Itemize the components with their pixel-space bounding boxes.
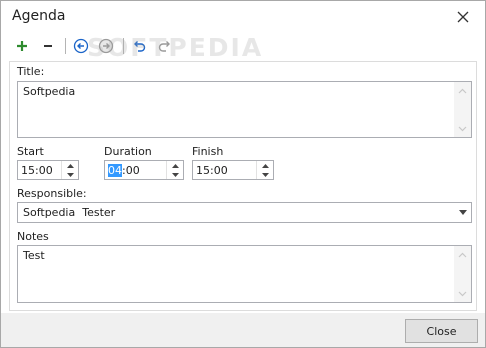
- start-time-value: 15:00: [21, 164, 53, 177]
- spin-down-icon[interactable]: [167, 170, 183, 179]
- duration-input[interactable]: 04:00: [104, 160, 184, 180]
- remove-icon: [44, 45, 52, 47]
- notes-textarea[interactable]: Test: [17, 245, 472, 303]
- scroll-up-icon[interactable]: [454, 246, 471, 263]
- spin-down-icon[interactable]: [257, 170, 273, 179]
- scroll-down-icon[interactable]: [454, 285, 471, 302]
- add-icon: [17, 41, 27, 51]
- spin-down-icon[interactable]: [62, 170, 78, 179]
- close-window-icon[interactable]: [451, 5, 475, 29]
- start-spinner[interactable]: [61, 161, 78, 179]
- title-scrollbar[interactable]: [454, 82, 471, 137]
- finish-time-value: 15:00: [196, 164, 228, 177]
- scroll-up-icon[interactable]: [454, 82, 471, 99]
- close-button[interactable]: Close: [405, 319, 478, 343]
- spin-up-icon[interactable]: [167, 161, 183, 170]
- duration-rest-text: :00: [122, 164, 140, 177]
- watermark-text: SOFTPEDIA: [87, 33, 264, 62]
- title-textarea[interactable]: Softpedia: [17, 81, 472, 138]
- notes-value: Test: [23, 249, 45, 262]
- agenda-window: Agenda SOFTPEDIA Title: Softpedia Start …: [0, 0, 486, 348]
- scroll-down-icon[interactable]: [454, 120, 471, 137]
- responsible-dropdown[interactable]: Softpedia Tester: [17, 202, 472, 223]
- finish-time-input[interactable]: 15:00: [192, 160, 274, 180]
- title-value: Softpedia: [23, 85, 76, 98]
- notes-label: Notes: [17, 230, 49, 243]
- title-label: Title:: [17, 65, 45, 78]
- window-title: Agenda: [12, 8, 66, 24]
- finish-spinner[interactable]: [256, 161, 273, 179]
- duration-label: Duration: [104, 145, 152, 158]
- toolbar-separator: [65, 38, 66, 54]
- title-bar: Agenda: [1, 1, 485, 33]
- start-time-input[interactable]: 15:00: [17, 160, 79, 180]
- add-button[interactable]: [13, 36, 31, 56]
- spin-up-icon[interactable]: [62, 161, 78, 170]
- chevron-down-icon[interactable]: [454, 203, 471, 222]
- duration-value: 04:00: [108, 164, 140, 177]
- responsible-value: Softpedia Tester: [23, 206, 116, 219]
- start-label: Start: [17, 145, 44, 158]
- finish-label: Finish: [192, 145, 224, 158]
- duration-spinner[interactable]: [166, 161, 183, 179]
- notes-scrollbar[interactable]: [454, 246, 471, 302]
- duration-selected-text: 04: [108, 164, 122, 177]
- remove-button[interactable]: [39, 36, 57, 56]
- responsible-label: Responsible:: [17, 187, 87, 200]
- spin-up-icon[interactable]: [257, 161, 273, 170]
